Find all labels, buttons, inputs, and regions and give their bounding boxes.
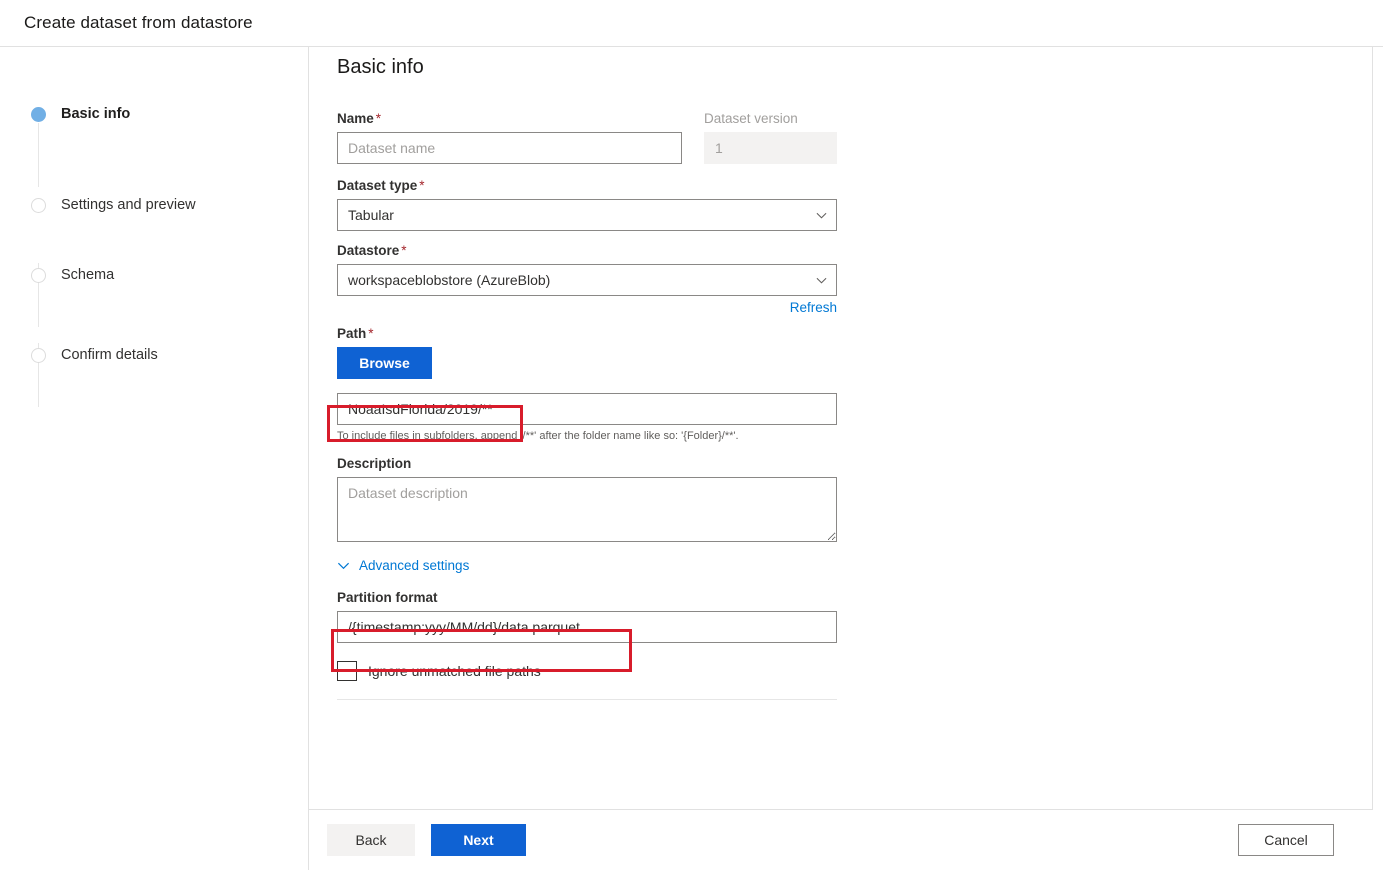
footer-left-buttons: Back Next <box>327 824 526 856</box>
main-panel-body: Basic info Name* Dataset version <box>309 47 1373 809</box>
datastore-required-asterisk: * <box>401 243 406 258</box>
path-field-group: Path* Browse To include files in subfold… <box>337 325 1337 443</box>
path-label-text: Path <box>337 326 366 341</box>
dialog-titlebar: Create dataset from datastore <box>0 0 1383 47</box>
partition-format-label: Partition format <box>337 589 1337 607</box>
browse-button[interactable]: Browse <box>337 347 432 379</box>
path-required-asterisk: * <box>368 326 373 341</box>
basic-info-form: Name* Dataset version Dataset type* <box>337 110 1337 700</box>
wizard-step-label: Confirm details <box>61 347 158 363</box>
page-title: Basic info <box>337 56 424 79</box>
main-panel: Basic info Name* Dataset version <box>308 47 1373 870</box>
ignore-unmatched-checkbox[interactable] <box>337 661 357 681</box>
path-input-wrap <box>337 393 1337 425</box>
datastore-dropdown[interactable]: workspaceblobstore (AzureBlob) <box>337 264 837 296</box>
wizard-step-rail: Basic info Settings and preview Schema C… <box>0 47 308 870</box>
wizard-step-basic-info[interactable]: Basic info <box>31 103 130 125</box>
name-required-asterisk: * <box>376 111 381 126</box>
path-hint-text: To include files in subfolders, append '… <box>337 429 1337 443</box>
ignore-unmatched-row[interactable]: Ignore unmatched file paths <box>337 659 1337 683</box>
partition-format-field-group: Partition format <box>337 589 1337 643</box>
datastore-selected-value: workspaceblobstore (AzureBlob) <box>348 272 550 288</box>
datastore-label: Datastore* <box>337 242 1337 260</box>
section-divider <box>337 699 837 700</box>
step-bullet-icon <box>31 348 46 363</box>
cancel-button-holder: Cancel <box>1238 824 1334 856</box>
dataset-version-label: Dataset version <box>704 110 837 128</box>
chevron-down-icon <box>337 559 350 572</box>
step-bullet-icon <box>31 198 46 213</box>
step-bullet-icon <box>31 107 46 122</box>
refresh-link[interactable]: Refresh <box>790 300 837 315</box>
wizard-step-confirm-details[interactable]: Confirm details <box>31 344 158 366</box>
path-input[interactable] <box>337 393 837 425</box>
dataset-version-field-group: Dataset version <box>704 110 837 164</box>
wizard-step-label: Schema <box>61 267 114 283</box>
datastore-dropdown-wrap: workspaceblobstore (AzureBlob) <box>337 264 837 296</box>
step-bullet-icon <box>31 268 46 283</box>
advanced-settings-label: Advanced settings <box>359 558 469 573</box>
dialog-footer: Back Next Cancel <box>309 809 1373 870</box>
wizard-step-schema[interactable]: Schema <box>31 264 114 286</box>
description-label: Description <box>337 455 1337 473</box>
description-field-group: Description <box>337 455 1337 547</box>
partition-format-input[interactable] <box>337 611 837 643</box>
datastore-field-group: Datastore* workspaceblobstore (AzureBlob… <box>337 242 1337 317</box>
back-button[interactable]: Back <box>327 824 415 856</box>
next-button[interactable]: Next <box>431 824 526 856</box>
name-version-row: Name* Dataset version <box>337 110 1337 180</box>
dataset-type-selected-value: Tabular <box>348 207 394 223</box>
name-label-text: Name <box>337 111 374 126</box>
ignore-unmatched-label[interactable]: Ignore unmatched file paths <box>368 663 541 679</box>
advanced-settings-toggle[interactable]: Advanced settings <box>337 558 469 573</box>
dataset-type-label-text: Dataset type <box>337 178 417 193</box>
description-textarea[interactable] <box>337 477 837 542</box>
wizard-step-settings-and-preview[interactable]: Settings and preview <box>31 194 196 216</box>
dataset-type-dropdown[interactable]: Tabular <box>337 199 837 231</box>
name-field-group: Name* <box>337 110 682 164</box>
datastore-label-text: Datastore <box>337 243 399 258</box>
wizard-step-label: Settings and preview <box>61 197 196 213</box>
path-label: Path* <box>337 325 1337 343</box>
dataset-type-field-group: Dataset type* Tabular <box>337 177 1337 231</box>
dataset-name-input[interactable] <box>337 132 682 164</box>
refresh-row: Refresh <box>337 299 837 317</box>
cancel-button[interactable]: Cancel <box>1238 824 1334 856</box>
dialog-title: Create dataset from datastore <box>24 13 253 33</box>
dataset-type-required-asterisk: * <box>419 178 424 193</box>
step-connector-1 <box>38 123 39 187</box>
wizard-step-label: Basic info <box>61 106 130 122</box>
dataset-type-dropdown-wrap: Tabular <box>337 199 837 231</box>
dataset-version-input <box>704 132 837 164</box>
advanced-settings-toggle-wrap: Advanced settings <box>337 558 1337 577</box>
create-dataset-dialog: Create dataset from datastore Basic info… <box>0 0 1383 870</box>
name-label: Name* <box>337 110 682 128</box>
